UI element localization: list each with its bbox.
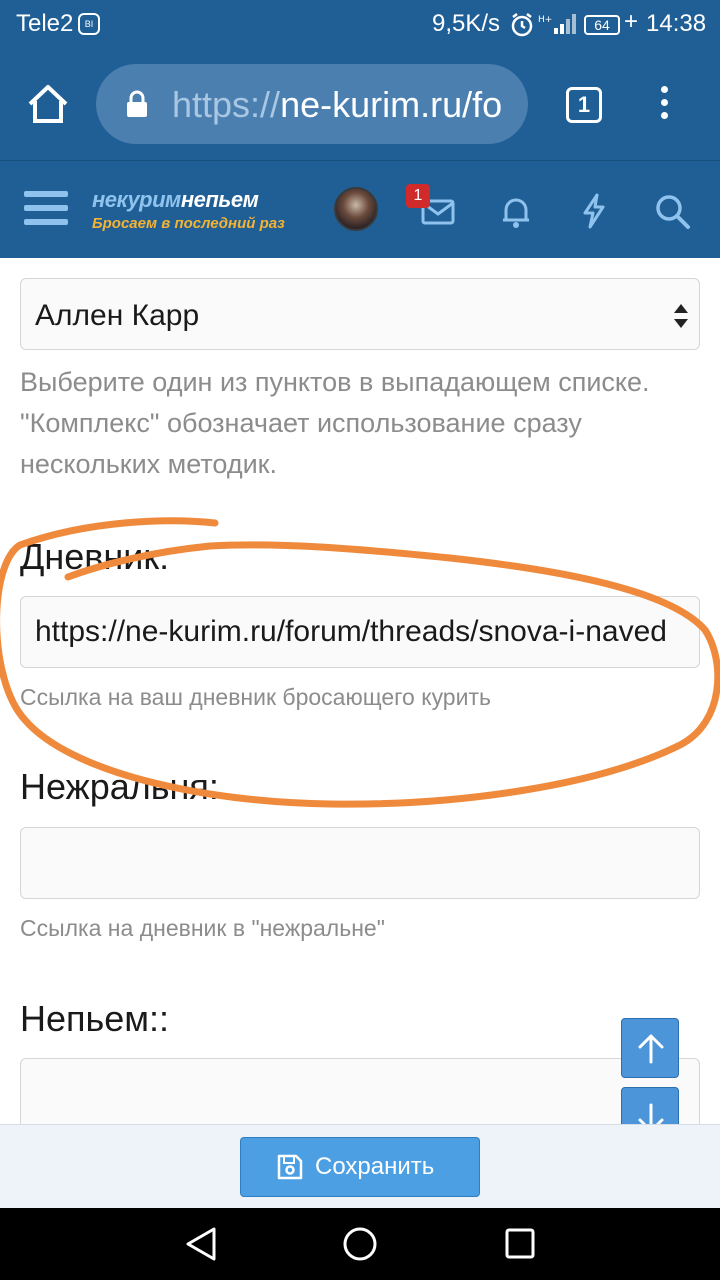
address-bar[interactable]: https://ne-kurim.ru/fo: [96, 64, 528, 144]
diary-url-value: https://ne-kurim.ru/forum/threads/snova-…: [35, 615, 667, 648]
nezhralnya-label: Нежральня:: [20, 766, 219, 807]
nezhralnya-url-input[interactable]: [20, 827, 700, 899]
profile-form: Аллен Карр Выберите один из пунктов в вы…: [0, 258, 720, 1124]
bell-icon[interactable]: [496, 191, 536, 231]
svg-text:H+: H+: [538, 15, 552, 25]
floppy-disk-icon: [277, 1154, 303, 1180]
search-icon[interactable]: [652, 191, 692, 231]
site-header: некуримнепьем Бросаем в последний раз: [0, 160, 720, 258]
recents-icon[interactable]: [504, 1226, 536, 1262]
tab-switcher-button[interactable]: 1: [566, 87, 602, 123]
browser-menu-icon[interactable]: [656, 86, 672, 126]
scroll-up-button[interactable]: [621, 1018, 679, 1078]
user-avatar[interactable]: [334, 187, 378, 231]
logo-text-2: непьем: [180, 187, 259, 212]
alarm-icon: [511, 13, 533, 37]
quit-method-hint: Выберите один из пунктов в выпадающем сп…: [20, 367, 650, 479]
logo-text-1: некурим: [92, 187, 181, 212]
home-circle-icon[interactable]: [342, 1226, 378, 1262]
back-icon[interactable]: [184, 1226, 218, 1262]
lock-icon: [127, 90, 147, 117]
logo-tagline: Бросаем в последний раз: [92, 215, 285, 232]
nepyem-label: Непьем::: [20, 998, 170, 1039]
hamburger-menu-icon[interactable]: [24, 191, 68, 229]
select-arrows-icon: [674, 304, 688, 328]
quit-method-value: Аллен Карр: [35, 299, 200, 332]
url-host: ne-kurim.ru/fo: [280, 84, 503, 125]
site-logo[interactable]: некуримнепьем Бросаем в последний раз: [92, 187, 285, 232]
clock: 14:38: [646, 10, 707, 37]
signal-icon: H+: [538, 14, 576, 34]
home-icon[interactable]: [24, 80, 72, 128]
carrier-app-icon: BI: [78, 13, 100, 35]
quit-method-select[interactable]: Аллен Карр: [20, 278, 700, 350]
arrow-up-icon: [638, 1034, 664, 1064]
carrier-name: Tele2: [16, 10, 74, 37]
diary-label: Дневник:: [20, 536, 170, 577]
diary-hint: Ссылка на ваш дневник бросающего курить: [20, 684, 491, 710]
lightning-icon[interactable]: [574, 191, 614, 231]
system-nav-bar: [0, 1208, 720, 1280]
save-button[interactable]: Сохранить: [240, 1137, 480, 1197]
diary-url-input[interactable]: https://ne-kurim.ru/forum/threads/snova-…: [20, 596, 700, 668]
charging-indicator: +: [624, 8, 639, 35]
inbox-badge: 1: [406, 184, 430, 208]
url-scheme: https://: [172, 84, 281, 125]
browser-toolbar: https://ne-kurim.ru/fo 1: [0, 50, 720, 160]
network-speed: 9,5K/s: [432, 10, 501, 37]
status-bar: Tele2 BI 9,5K/s H+ 64 + 14:38: [0, 0, 720, 50]
save-button-label: Сохранить: [315, 1153, 435, 1180]
url-text: https://ne-kurim.ru/fo: [172, 84, 502, 126]
battery-icon: 64: [584, 15, 620, 35]
save-bar: Сохранить: [0, 1124, 720, 1208]
nepyem-url-input[interactable]: [20, 1058, 700, 1124]
nezhralnya-hint: Ссылка на дневник в "нежральне": [20, 915, 385, 941]
